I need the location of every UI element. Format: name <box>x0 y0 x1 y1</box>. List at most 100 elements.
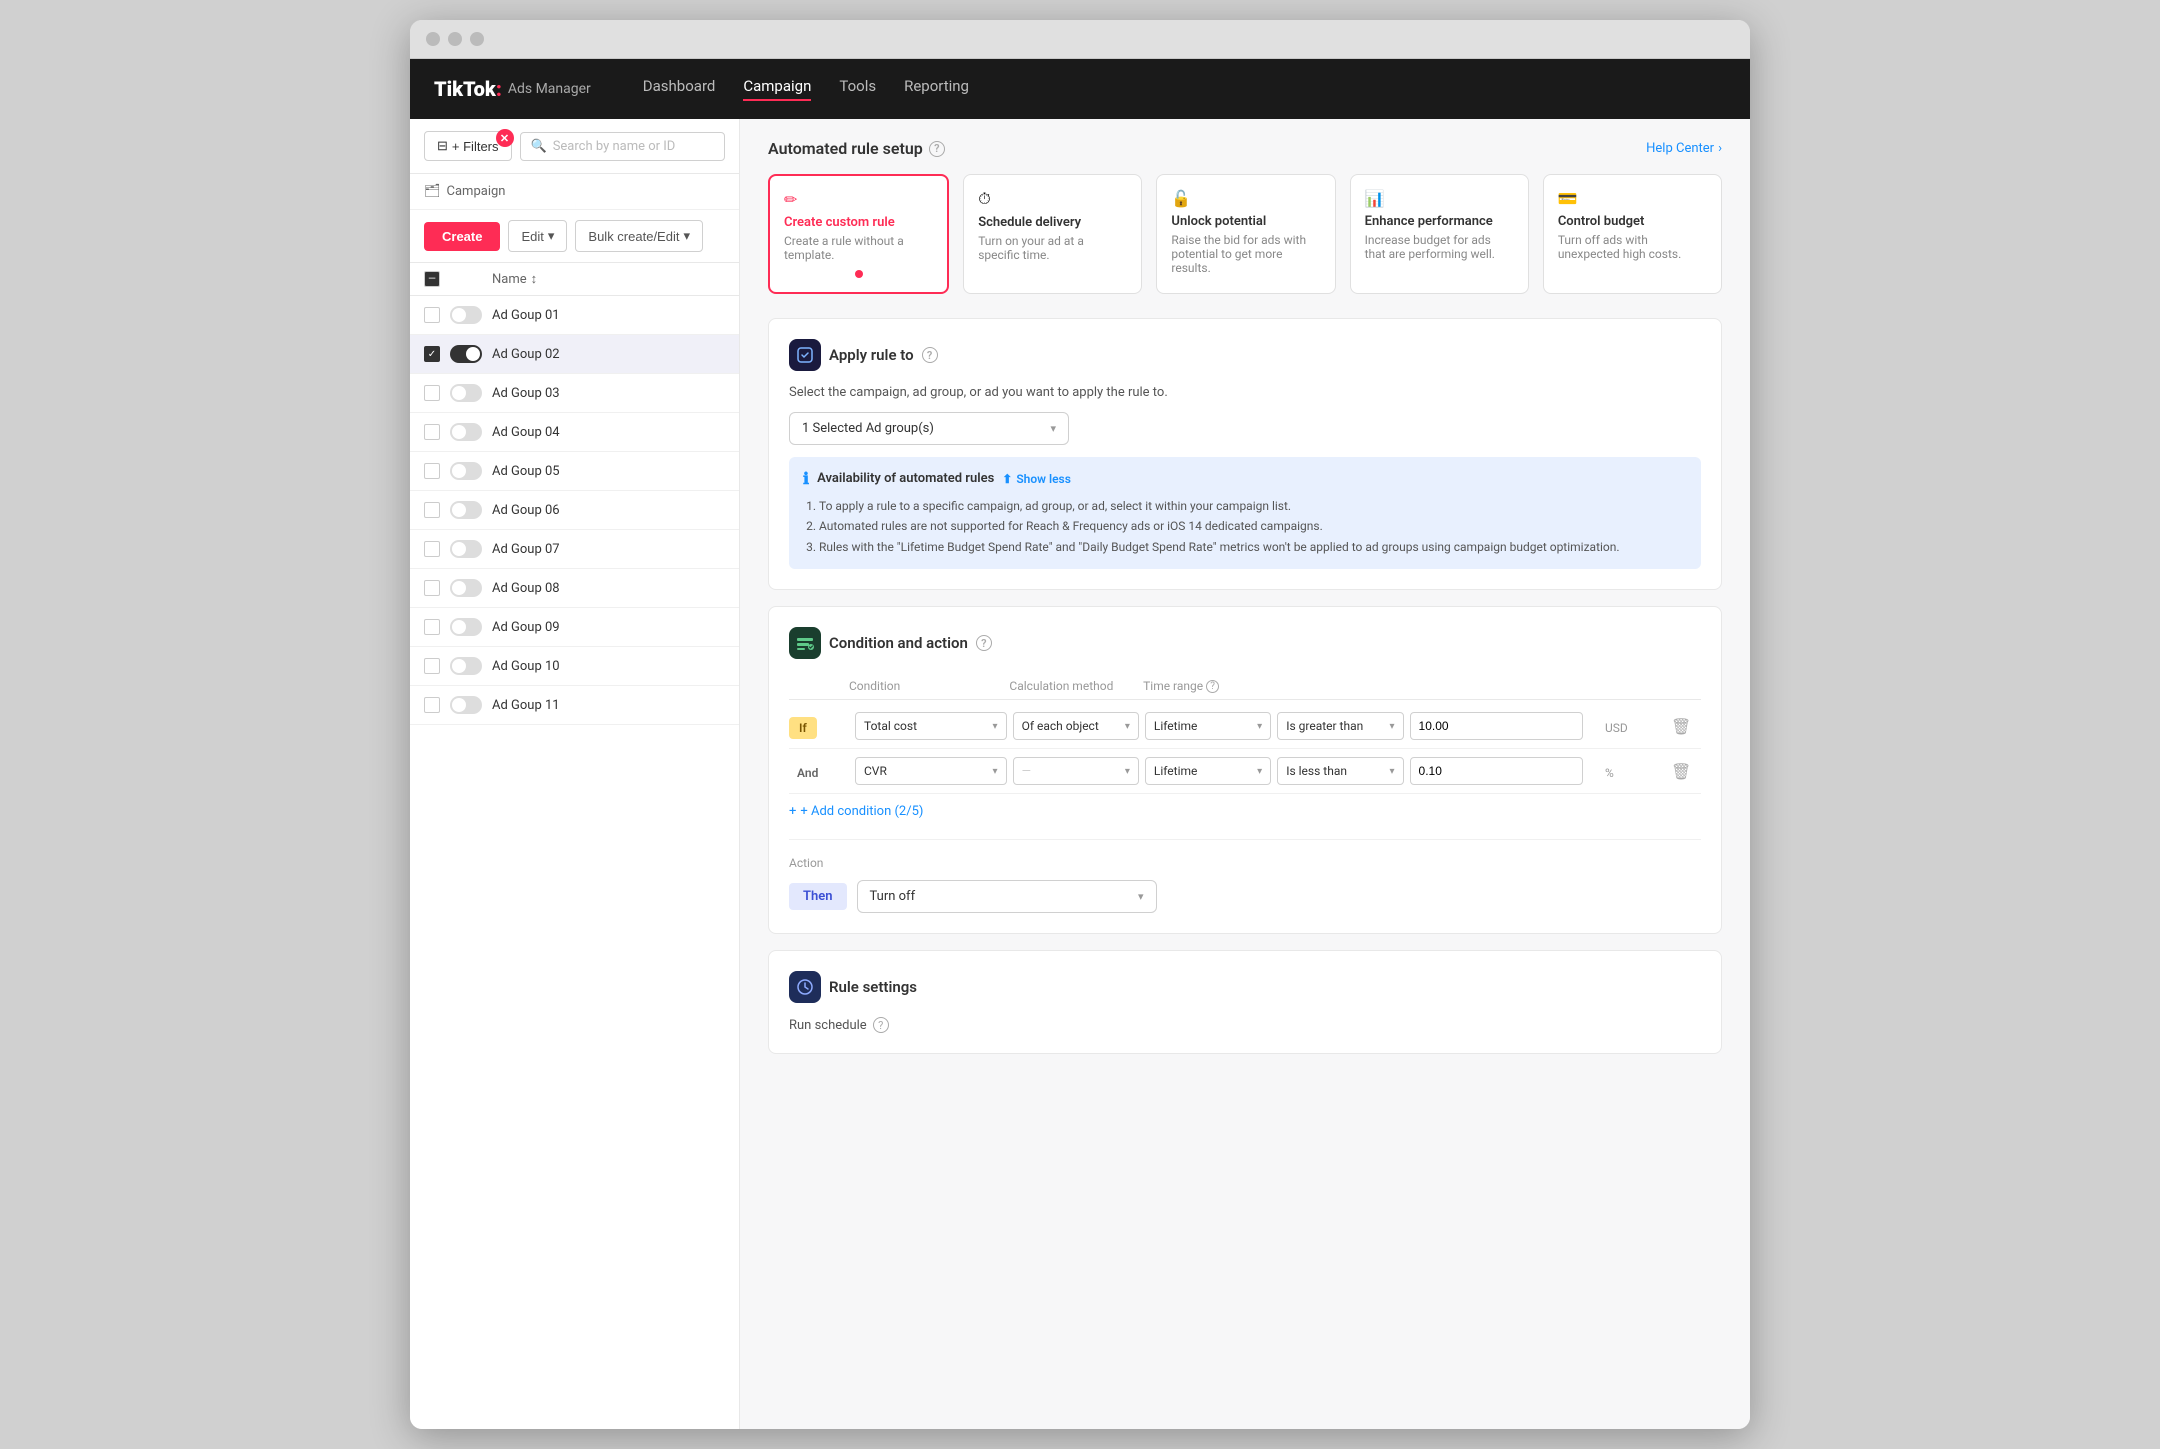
run-schedule-info-icon[interactable]: ? <box>873 1017 889 1033</box>
calculation-1-chevron-icon: ▾ <box>1125 721 1130 732</box>
timerange-1-select[interactable]: Lifetime ▾ <box>1145 712 1271 740</box>
select-all-checkbox[interactable]: — <box>424 271 440 287</box>
browser-dot-red <box>426 32 440 46</box>
bulk-button[interactable]: Bulk create/Edit ▾ <box>575 220 703 252</box>
condition-action-info-icon[interactable]: ? <box>976 635 992 651</box>
action-row: Then Turn off ▾ <box>789 880 1701 913</box>
operator-2-chevron-icon: ▾ <box>1389 766 1394 777</box>
campaign-row-9[interactable]: Ad Goup 09 <box>410 608 739 647</box>
row-4-checkbox[interactable] <box>424 424 440 440</box>
sort-icon[interactable]: ↕ <box>531 271 538 287</box>
campaign-row-11[interactable]: Ad Goup 11 <box>410 686 739 725</box>
apply-rule-dropdown[interactable]: 1 Selected Ad group(s) ▾ <box>789 412 1069 445</box>
condition-header-row: Condition Calculation method Time range … <box>789 673 1701 700</box>
campaign-row-4[interactable]: Ad Goup 04 <box>410 413 739 452</box>
row-2-checkbox[interactable]: ✓ <box>424 346 440 362</box>
edit-button[interactable]: Edit ▾ <box>508 220 567 252</box>
row-9-checkbox[interactable] <box>424 619 440 635</box>
browser-dot-green <box>470 32 484 46</box>
row-1-checkbox[interactable] <box>424 307 440 323</box>
logo-tiktok-text: TikTok: <box>434 77 502 101</box>
template-card-control[interactable]: 💳 Control budget Turn off ads with unexp… <box>1543 174 1722 294</box>
template-card-enhance[interactable]: 📊 Enhance performance Increase budget fo… <box>1350 174 1529 294</box>
row-9-toggle[interactable] <box>450 618 482 636</box>
control-desc: Turn off ads with unexpected high costs. <box>1558 233 1707 261</box>
campaign-row-8[interactable]: Ad Goup 08 <box>410 569 739 608</box>
help-center-arrow-icon: › <box>1718 141 1722 156</box>
close-filters-badge[interactable]: ✕ <box>496 129 514 147</box>
row-7-checkbox[interactable] <box>424 541 440 557</box>
help-center-link[interactable]: Help Center › <box>1646 141 1722 156</box>
row-10-toggle[interactable] <box>450 657 482 675</box>
calculation-1-select[interactable]: Of each object ▾ <box>1013 712 1139 740</box>
calculation-2-select[interactable]: — ▾ <box>1013 757 1139 785</box>
row-10-checkbox[interactable] <box>424 658 440 674</box>
and-badge: And <box>789 762 826 784</box>
add-condition-link[interactable]: + + Add condition (2/5) <box>789 804 1701 819</box>
nav-campaign[interactable]: Campaign <box>743 77 811 101</box>
nav-dashboard[interactable]: Dashboard <box>643 77 716 101</box>
row-3-toggle[interactable] <box>450 384 482 402</box>
row-6-name: Ad Goup 06 <box>492 503 560 518</box>
campaign-row-5[interactable]: Ad Goup 05 <box>410 452 739 491</box>
template-card-unlock[interactable]: 🔓 Unlock potential Raise the bid for ads… <box>1156 174 1335 294</box>
apply-rule-subtitle: Select the campaign, ad group, or ad you… <box>789 385 1701 400</box>
condition-action-panel: Condition and action ? Condition Calcula… <box>768 606 1722 934</box>
delete-condition-2-button[interactable]: 🗑 <box>1671 762 1691 781</box>
template-card-schedule[interactable]: ⏱ Schedule delivery Turn on your ad at a… <box>963 174 1142 294</box>
apply-rule-icon <box>789 339 821 371</box>
show-less-btn[interactable]: ⬆ Show less <box>1002 472 1071 486</box>
schedule-icon: ⏱ <box>978 189 990 208</box>
availability-list: To apply a rule to a specific campaign, … <box>803 496 1687 557</box>
operator-2-select[interactable]: Is less than ▾ <box>1277 757 1403 785</box>
delete-condition-1-button[interactable]: 🗑 <box>1671 717 1691 736</box>
row-5-checkbox[interactable] <box>424 463 440 479</box>
campaign-row-3[interactable]: Ad Goup 03 <box>410 374 739 413</box>
nav-tools[interactable]: Tools <box>839 77 876 101</box>
availability-header: ℹ Availability of automated rules ⬆ Show… <box>803 469 1687 488</box>
campaign-row-6[interactable]: Ad Goup 06 <box>410 491 739 530</box>
unlock-desc: Raise the bid for ads with potential to … <box>1171 233 1320 275</box>
condition-1-select[interactable]: Total cost ▾ <box>855 712 1007 740</box>
availability-item-1: To apply a rule to a specific campaign, … <box>819 496 1687 516</box>
row-6-toggle[interactable] <box>450 501 482 519</box>
condition-2-chevron-icon: ▾ <box>993 766 998 777</box>
apply-rule-chevron-icon: ▾ <box>1050 422 1056 435</box>
timerange-2-chevron-icon: ▾ <box>1257 766 1262 777</box>
condition-row-2: And CVR ▾ — ▾ <box>789 749 1701 794</box>
row-8-checkbox[interactable] <box>424 580 440 596</box>
row-2-toggle[interactable] <box>450 345 482 363</box>
campaign-row-7[interactable]: Ad Goup 07 <box>410 530 739 569</box>
campaign-row-1[interactable]: Ad Goup 01 <box>410 296 739 335</box>
template-card-custom[interactable]: ✏ Create custom rule Create a rule witho… <box>768 174 949 294</box>
condition-2-select[interactable]: CVR ▾ <box>855 757 1007 785</box>
apply-rule-info-icon[interactable]: ? <box>922 347 938 363</box>
browser-dot-yellow <box>448 32 462 46</box>
row-7-toggle[interactable] <box>450 540 482 558</box>
timerange-2-select[interactable]: Lifetime ▾ <box>1145 757 1271 785</box>
value-1-input[interactable] <box>1410 712 1583 740</box>
create-button[interactable]: Create <box>424 222 500 251</box>
row-6-checkbox[interactable] <box>424 502 440 518</box>
row-1-toggle[interactable] <box>450 306 482 324</box>
row-11-toggle[interactable] <box>450 696 482 714</box>
logo: TikTok: Ads Manager <box>434 77 591 101</box>
nav-reporting[interactable]: Reporting <box>904 77 969 101</box>
row-3-checkbox[interactable] <box>424 385 440 401</box>
campaign-row-2[interactable]: ✓ Ad Goup 02 <box>410 335 739 374</box>
row-11-checkbox[interactable] <box>424 697 440 713</box>
row-5-toggle[interactable] <box>450 462 482 480</box>
row-4-toggle[interactable] <box>450 423 482 441</box>
row-4-name: Ad Goup 04 <box>492 425 560 440</box>
value-2-input[interactable] <box>1410 757 1583 785</box>
row-8-toggle[interactable] <box>450 579 482 597</box>
action-dropdown[interactable]: Turn off ▾ <box>857 880 1157 913</box>
condition-1-chevron-icon: ▾ <box>993 721 998 732</box>
setup-title-info-icon[interactable]: ? <box>929 141 945 157</box>
row-10-name: Ad Goup 10 <box>492 659 560 674</box>
campaign-row-10[interactable]: Ad Goup 10 <box>410 647 739 686</box>
operator-1-select[interactable]: Is greater than ▾ <box>1277 712 1403 740</box>
row-5-name: Ad Goup 05 <box>492 464 560 479</box>
availability-item-3: Rules with the "Lifetime Budget Spend Ra… <box>819 537 1687 557</box>
time-range-info-icon[interactable]: ? <box>1206 680 1219 693</box>
